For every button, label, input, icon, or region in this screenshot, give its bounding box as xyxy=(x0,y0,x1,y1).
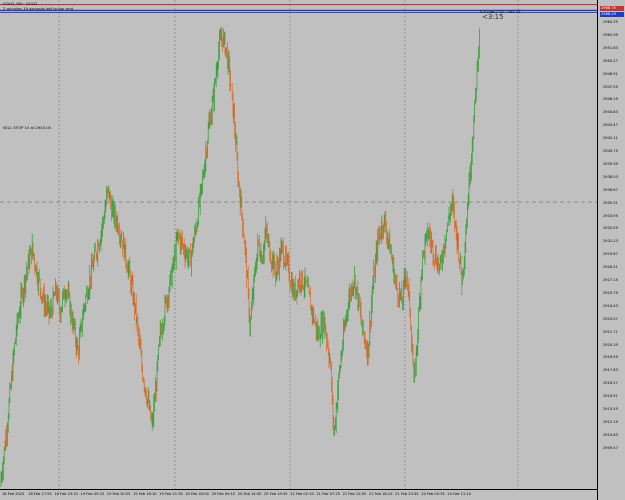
price-tick-label: 2918.99 xyxy=(603,355,618,360)
price-tick-label: 2927.15 xyxy=(603,278,618,282)
price-tick-label: 2933.95 xyxy=(603,213,618,218)
time-tick-label: 24 Feb 11:10 xyxy=(447,492,471,496)
price-tick-label: 2916.27 xyxy=(603,381,618,386)
price-tick-label: 2931.23 xyxy=(603,239,618,244)
price-tick-label: 2947.55 xyxy=(603,84,618,89)
price-tick-label: 2920.35 xyxy=(603,342,618,347)
price-tick-label: 2928.51 xyxy=(603,265,618,270)
time-tick-label: 21 Feb 18:10 xyxy=(368,492,393,496)
price-tick-label: 2940.75 xyxy=(603,149,618,153)
price-tick-label: 2912.19 xyxy=(603,419,618,424)
price-tick-label: 2964.35 xyxy=(603,20,618,24)
time-tick-label: 20 Feb 09:10 xyxy=(211,492,236,496)
price-tick-label: 2936.67 xyxy=(603,187,618,192)
price-tick-label: 2924.43 xyxy=(603,303,618,308)
price-tick-label: 2942.11 xyxy=(603,136,618,141)
time-tick-label: 18 Feb 23:10 xyxy=(54,492,78,496)
chart-area[interactable]: GOLD, M5 : GOLD 2 minutes 19 seconds lef… xyxy=(0,0,597,489)
sell-stop-order-label[interactable]: SELL STOP 10 at 2943.05 xyxy=(3,126,51,130)
time-tick-label: 21 Feb 23:35 xyxy=(395,492,419,496)
time-tick-label: 20 Feb 14:30 xyxy=(237,492,262,496)
time-tick-label: 18 Feb 17:55 xyxy=(28,492,52,496)
time-tick-label: 20 Feb 19:55 xyxy=(264,492,288,496)
time-tick-label: 24 Feb 05:35 xyxy=(421,492,445,496)
time-axis[interactable]: 18 Feb 2025 18 Feb 17:55 18 Feb 23:10 19 Fe… xyxy=(0,489,597,500)
price-axis[interactable]: 2966.75 2966.29 2964.35 2962.99 2951.63 295… xyxy=(597,0,625,500)
price-tick-label: 2950.27 xyxy=(603,58,618,63)
price-tick-label: 2939.39 xyxy=(603,161,618,166)
time-tick-label: 21 Feb 07:25 xyxy=(316,492,340,496)
candle-countdown-label: <3:15 xyxy=(482,13,504,21)
bid-price-badge: 2966.29 xyxy=(600,12,624,17)
price-tick-label: 2910.83 xyxy=(603,432,618,437)
time-tick-label: 21 Feb 02:10 xyxy=(290,492,314,496)
price-tick-label: 2932.59 xyxy=(603,226,618,231)
price-tick-label: 2946.19 xyxy=(603,97,618,102)
price-tick-label: 2929.87 xyxy=(603,252,618,257)
price-tick-label: 2923.07 xyxy=(603,316,618,321)
bar-countdown-label: 2 minutes 19 seconds left to bar end xyxy=(3,6,73,11)
price-tick-label: 2914.91 xyxy=(603,394,618,399)
time-tick-label: 19 Feb 05:25 xyxy=(80,492,105,496)
price-tick-label: 2951.63 xyxy=(603,45,618,50)
price-tick-label: 2921.71 xyxy=(603,329,618,334)
time-tick-label: 19 Feb 16:10 xyxy=(133,492,157,496)
price-tick-label: 2948.91 xyxy=(603,71,618,76)
ask-price-badge: 2966.75 xyxy=(600,6,624,11)
time-tick-label: 19 Feb 10:55 xyxy=(106,492,131,496)
price-tick-label: 2938.03 xyxy=(603,174,618,179)
price-tick-label: 2913.55 xyxy=(603,407,618,411)
price-tick-label: 2917.63 xyxy=(603,368,618,373)
time-tick-label: 19 Feb 21:35 xyxy=(159,492,183,496)
time-tick-label: 18 Feb 2025 xyxy=(2,492,25,496)
time-tick-label: 21 Feb 12:55 xyxy=(342,492,367,496)
price-chart[interactable] xyxy=(0,0,597,489)
price-tick-label: 2935.31 xyxy=(603,200,618,205)
time-tick-label: 20 Feb 03:00 xyxy=(185,492,209,496)
price-tick-label: 2944.83 xyxy=(603,110,618,115)
price-tick-label: 2962.99 xyxy=(603,32,618,37)
price-tick-label: 2909.47 xyxy=(603,445,618,450)
price-tick-label: 2925.79 xyxy=(603,290,618,295)
price-tick-label: 2943.47 xyxy=(603,123,618,128)
